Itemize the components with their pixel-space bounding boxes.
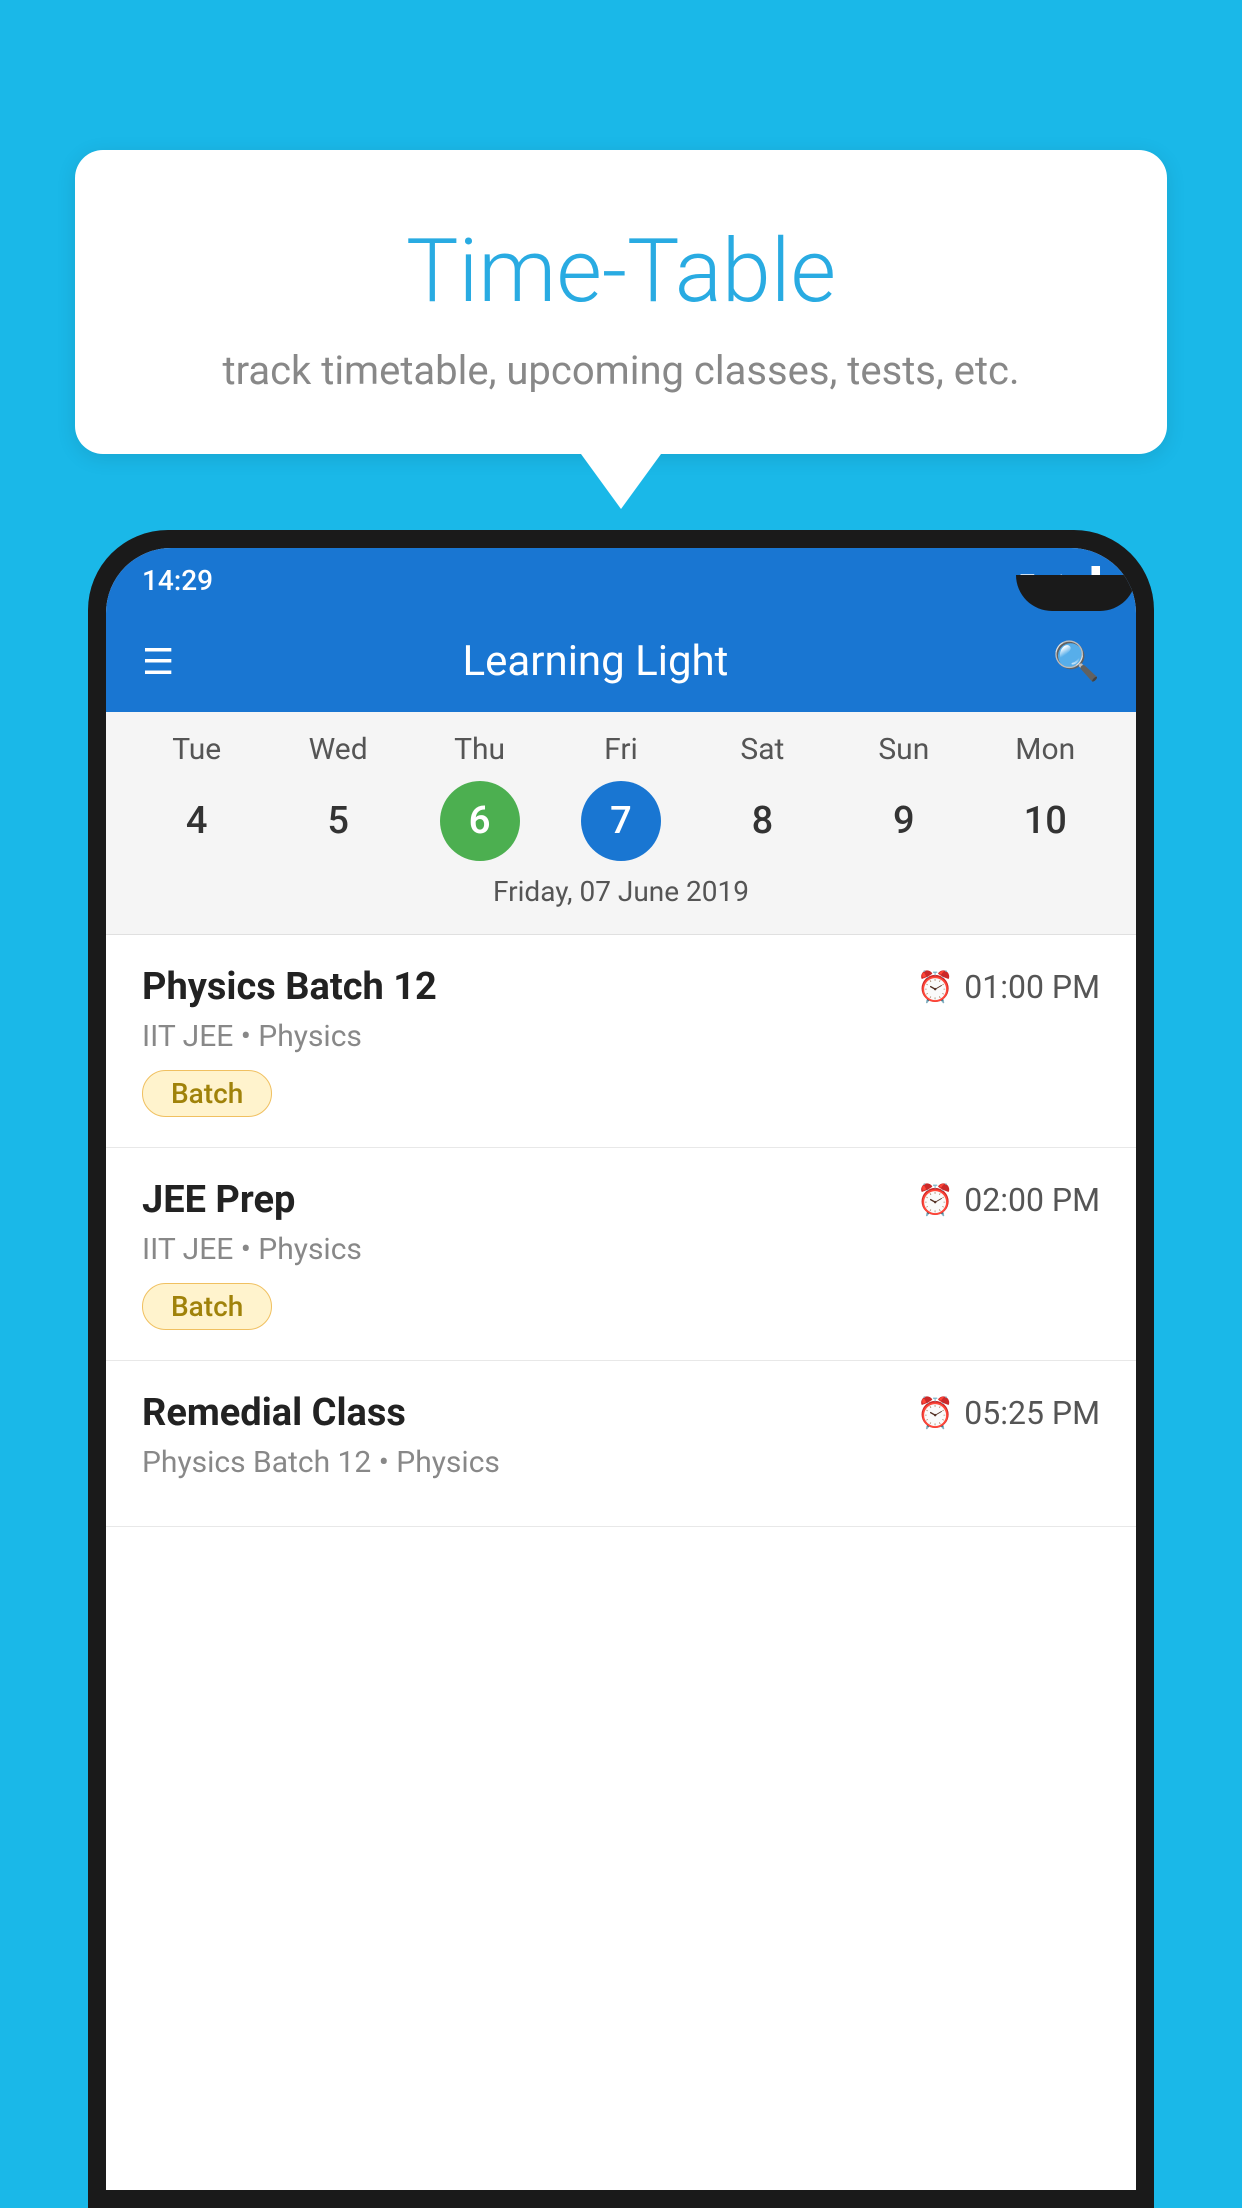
speech-bubble-arrow [581, 454, 661, 509]
schedule-item-1-title: Physics Batch 12 [142, 965, 437, 1009]
day-headers: Tue Wed Thu Fri Sat Sun Mon [106, 732, 1136, 767]
schedule-item-2-subtitle: IIT JEE • Physics [142, 1232, 1100, 1267]
schedule-item-3-header: Remedial Class ⏰ 05:25 PM [142, 1391, 1100, 1435]
schedule-item-1[interactable]: Physics Batch 12 ⏰ 01:00 PM IIT JEE • Ph… [106, 935, 1136, 1148]
day-4[interactable]: 4 [157, 781, 237, 861]
day-6-today[interactable]: 6 [440, 781, 520, 861]
clock-icon-2: ⏰ [917, 1183, 954, 1218]
batch-badge-2: Batch [142, 1283, 272, 1330]
schedule-item-2[interactable]: JEE Prep ⏰ 02:00 PM IIT JEE • Physics Ba… [106, 1148, 1136, 1361]
schedule-item-3-subtitle: Physics Batch 12 • Physics [142, 1445, 1100, 1480]
phone-notch [1016, 575, 1136, 611]
batch-badge-1: Batch [142, 1070, 272, 1117]
schedule-item-1-header: Physics Batch 12 ⏰ 01:00 PM [142, 965, 1100, 1009]
day-header-mon: Mon [1005, 732, 1085, 767]
day-7-selected[interactable]: 7 [581, 781, 661, 861]
day-header-wed: Wed [298, 732, 378, 767]
day-header-tue: Tue [157, 732, 237, 767]
day-10[interactable]: 10 [1005, 781, 1085, 861]
search-icon[interactable]: 🔍 [1053, 640, 1100, 684]
day-8[interactable]: 8 [722, 781, 802, 861]
day-header-thu: Thu [440, 732, 520, 767]
app-bar: ☰ Learning Light 🔍 [106, 611, 1136, 712]
day-header-fri: Fri [581, 732, 661, 767]
bubble-title: Time-Table [135, 220, 1107, 323]
schedule-item-2-header: JEE Prep ⏰ 02:00 PM [142, 1178, 1100, 1222]
schedule-item-1-time: ⏰ 01:00 PM [917, 968, 1100, 1006]
day-header-sun: Sun [864, 732, 944, 767]
schedule-item-3-title: Remedial Class [142, 1391, 406, 1435]
phone-frame: 14:29 ▼ ▲ ▐ ☰ Learning Light 🔍 Tue Wed T [88, 530, 1154, 2208]
schedule-item-1-subtitle: IIT JEE • Physics [142, 1019, 1100, 1054]
speech-bubble-container: Time-Table track timetable, upcoming cla… [75, 150, 1167, 509]
calendar-strip: Tue Wed Thu Fri Sat Sun Mon 4 5 6 7 8 9 … [106, 712, 1136, 934]
day-9[interactable]: 9 [864, 781, 944, 861]
status-time: 14:29 [142, 564, 213, 597]
schedule-item-2-time: ⏰ 02:00 PM [917, 1181, 1100, 1219]
day-numbers: 4 5 6 7 8 9 10 [106, 781, 1136, 861]
schedule-list: Physics Batch 12 ⏰ 01:00 PM IIT JEE • Ph… [106, 935, 1136, 2190]
schedule-item-3[interactable]: Remedial Class ⏰ 05:25 PM Physics Batch … [106, 1361, 1136, 1527]
day-5[interactable]: 5 [298, 781, 378, 861]
menu-icon[interactable]: ☰ [142, 641, 174, 683]
schedule-item-2-title: JEE Prep [142, 1178, 295, 1222]
clock-icon-3: ⏰ [917, 1396, 954, 1431]
calendar-date-label: Friday, 07 June 2019 [106, 861, 1136, 924]
schedule-item-3-time: ⏰ 05:25 PM [917, 1394, 1100, 1432]
app-title: Learning Light [174, 637, 1016, 686]
bubble-subtitle: track timetable, upcoming classes, tests… [135, 347, 1107, 394]
phone-screen: 14:29 ▼ ▲ ▐ ☰ Learning Light 🔍 Tue Wed T [106, 548, 1136, 2190]
status-bar: 14:29 ▼ ▲ ▐ [106, 548, 1136, 611]
clock-icon-1: ⏰ [917, 970, 954, 1005]
speech-bubble: Time-Table track timetable, upcoming cla… [75, 150, 1167, 454]
day-header-sat: Sat [722, 732, 802, 767]
